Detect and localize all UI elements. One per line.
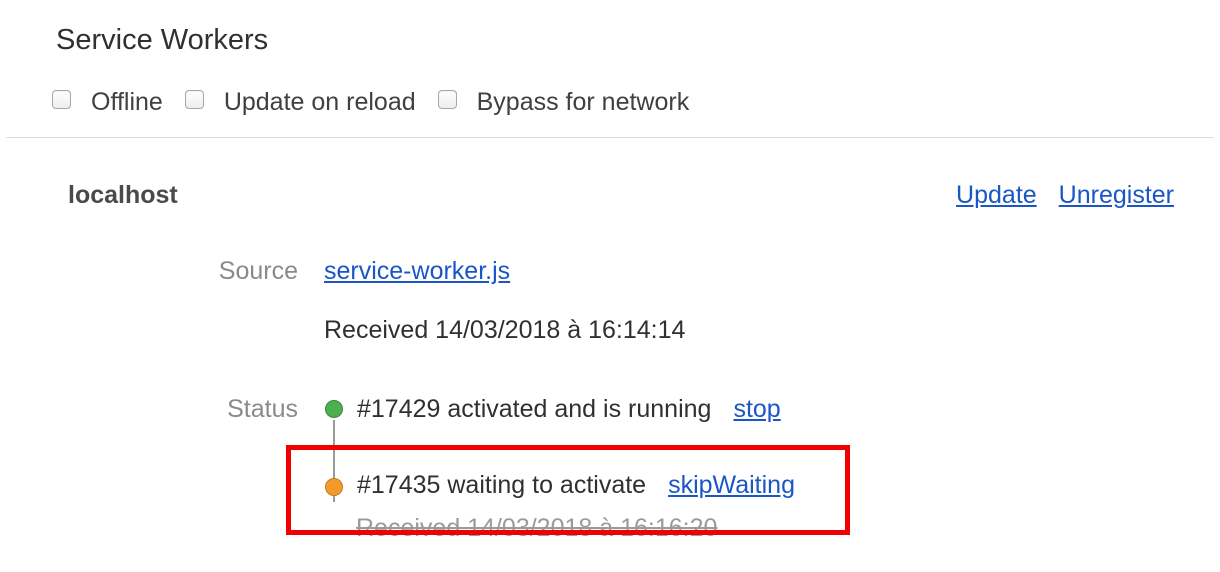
- update-on-reload-checkbox[interactable]: Update on reload: [184, 87, 416, 117]
- update-link[interactable]: Update: [956, 181, 1037, 210]
- running-status-dot-icon: [325, 400, 343, 418]
- registration-origin: localhost: [68, 181, 178, 209]
- unregister-link[interactable]: Unregister: [1059, 181, 1174, 210]
- section-divider: [6, 137, 1214, 138]
- bypass-for-network-label: Bypass for network: [476, 87, 690, 116]
- registration-actions: Update Unregister: [934, 181, 1174, 210]
- status-label: Status: [227, 395, 298, 423]
- waiting-worker-text: #17435 waiting to activate: [357, 471, 647, 499]
- options-toolbar: Offline Update on reload Bypass for netw…: [52, 86, 711, 118]
- waiting-received-timestamp: Received 14/03/2018 à 16:16:20: [356, 514, 718, 542]
- offline-label: Offline: [91, 87, 163, 116]
- update-on-reload-checkbox-box[interactable]: [184, 89, 204, 109]
- source-label: Source: [218, 257, 298, 285]
- waiting-worker-status: #17435 waiting to activate skipWaiting: [357, 471, 795, 500]
- update-on-reload-label: Update on reload: [223, 87, 416, 116]
- offline-checkbox-box[interactable]: [52, 89, 71, 109]
- active-worker-status: #17429 activated and is running stop: [357, 395, 781, 424]
- stop-link[interactable]: stop: [733, 395, 780, 424]
- active-worker-text: #17429 activated and is running: [357, 395, 712, 423]
- page-title: Service Workers: [56, 24, 269, 56]
- source-file-link[interactable]: service-worker.js: [324, 257, 510, 286]
- skip-waiting-link[interactable]: skipWaiting: [668, 471, 795, 500]
- bypass-for-network-checkbox-box[interactable]: [437, 89, 457, 109]
- bypass-for-network-checkbox[interactable]: Bypass for network: [437, 87, 690, 117]
- offline-checkbox[interactable]: Offline: [52, 88, 163, 117]
- service-workers-panel: Service Workers Offline Update on reload…: [0, 0, 1220, 572]
- waiting-status-dot-icon: [325, 478, 343, 496]
- received-timestamp: Received 14/03/2018 à 16:14:14: [324, 316, 686, 344]
